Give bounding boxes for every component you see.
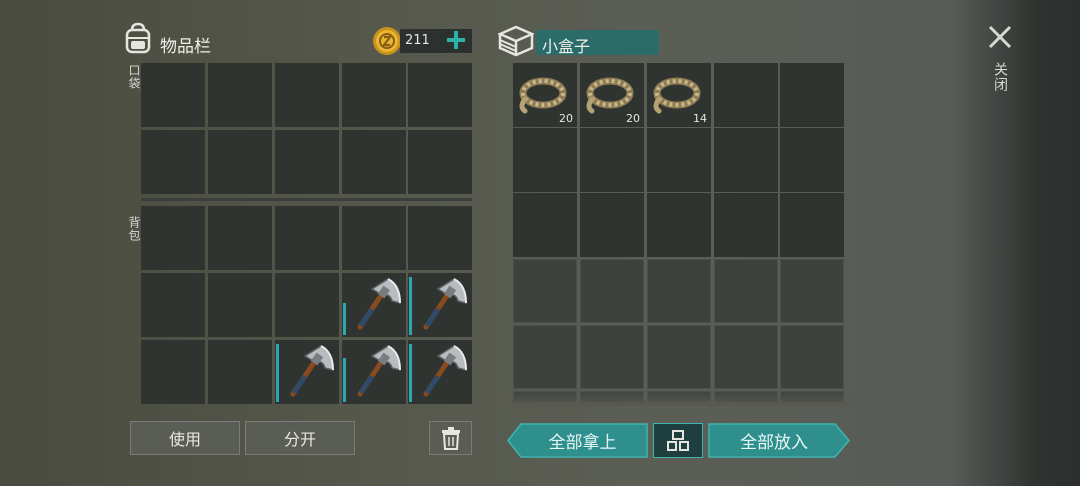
backpack-slot-hatchet[interactable] (408, 340, 472, 404)
put-all-button[interactable]: 全部放入 (708, 423, 850, 458)
backpack-slot[interactable] (208, 206, 272, 270)
pocket-slot[interactable] (208, 63, 272, 127)
backpack-slot[interactable] (208, 340, 272, 404)
section-divider (141, 198, 472, 201)
backpack-icon (122, 22, 154, 60)
backpack-slot[interactable] (141, 273, 205, 337)
item-count: 20 (626, 112, 640, 125)
backpack-slot[interactable] (141, 340, 205, 404)
pocket-slot[interactable] (408, 130, 472, 194)
inventory-title: 物品栏 (160, 37, 211, 57)
pocket-slot[interactable] (275, 130, 339, 194)
put-all-label: 全部放入 (740, 433, 808, 453)
container-slot-rope[interactable]: 20 (580, 63, 644, 127)
container-slot-locked (780, 325, 844, 389)
take-all-button[interactable]: 全部拿上 (507, 423, 648, 458)
container-slot-locked (647, 259, 711, 323)
container-slot-locked (714, 259, 778, 323)
item-count: 20 (559, 112, 573, 125)
backpack-slot[interactable] (408, 206, 472, 270)
backpack-slot[interactable] (275, 206, 339, 270)
container-slot[interactable] (780, 193, 844, 257)
pocket-slot[interactable] (141, 130, 205, 194)
trash-button[interactable] (429, 421, 472, 455)
inventory-header: 物品栏 211 (120, 22, 472, 60)
backpack-slot[interactable] (342, 206, 406, 270)
pocket-slot[interactable] (342, 130, 406, 194)
coin-icon (372, 26, 402, 60)
hatchet-icon (357, 278, 401, 330)
item-count: 14 (693, 112, 707, 125)
backpack-slot[interactable] (141, 206, 205, 270)
hatchet-icon (290, 345, 334, 397)
backpack-slot-hatchet[interactable] (275, 340, 339, 404)
container-slot-locked (513, 325, 577, 389)
container-slot[interactable] (513, 193, 577, 257)
add-currency-button[interactable] (446, 30, 466, 54)
container-slot[interactable] (714, 128, 778, 192)
pocket-slot[interactable] (342, 63, 406, 127)
split-button[interactable]: 分开 (245, 421, 355, 455)
close-label: 关闭 (992, 62, 1008, 92)
backpack-slot-hatchet[interactable] (408, 273, 472, 337)
hatchet-icon (357, 345, 401, 397)
backpack-slot-hatchet[interactable] (342, 340, 406, 404)
trash-icon (441, 427, 460, 450)
sort-grid-icon (667, 429, 689, 451)
container-slot[interactable] (714, 193, 778, 257)
pocket-slot[interactable] (275, 63, 339, 127)
use-button[interactable]: 使用 (130, 421, 240, 455)
hatchet-icon (423, 345, 467, 397)
container-slot[interactable] (647, 128, 711, 192)
container-slot[interactable] (513, 128, 577, 192)
container-title-bar[interactable]: 小盒子 (536, 30, 659, 56)
container-slot[interactable] (780, 63, 844, 127)
pocket-slot[interactable] (141, 63, 205, 127)
container-slot[interactable] (714, 63, 778, 127)
container-slot[interactable] (580, 193, 644, 257)
close-icon (988, 25, 1012, 49)
container-slot-locked (647, 325, 711, 389)
backpack-slot[interactable] (208, 273, 272, 337)
hatchet-icon (423, 278, 467, 330)
container-slot-locked (780, 259, 844, 323)
container-slot-locked (580, 325, 644, 389)
box-icon (496, 24, 536, 62)
backpack-slot-hatchet[interactable] (342, 273, 406, 337)
container-slot-rope[interactable]: 14 (647, 63, 711, 127)
container-slot[interactable] (647, 193, 711, 257)
plus-icon (447, 31, 465, 49)
container-slot-rope[interactable]: 20 (513, 63, 577, 127)
backpack-slot[interactable] (275, 273, 339, 337)
currency-amount: 211 (405, 33, 430, 48)
sort-button[interactable] (653, 423, 703, 458)
container-title: 小盒子 (542, 37, 591, 56)
scroll-fade (510, 390, 850, 406)
take-all-label: 全部拿上 (548, 433, 617, 453)
container-slot-locked (513, 259, 577, 323)
pocket-slot[interactable] (208, 130, 272, 194)
container-slot[interactable] (580, 128, 644, 192)
pocket-slot[interactable] (408, 63, 472, 127)
container-slot[interactable] (780, 128, 844, 192)
close-button[interactable]: 关闭 (984, 22, 1016, 102)
container-slot-locked (714, 325, 778, 389)
container-slot-locked (580, 259, 644, 323)
